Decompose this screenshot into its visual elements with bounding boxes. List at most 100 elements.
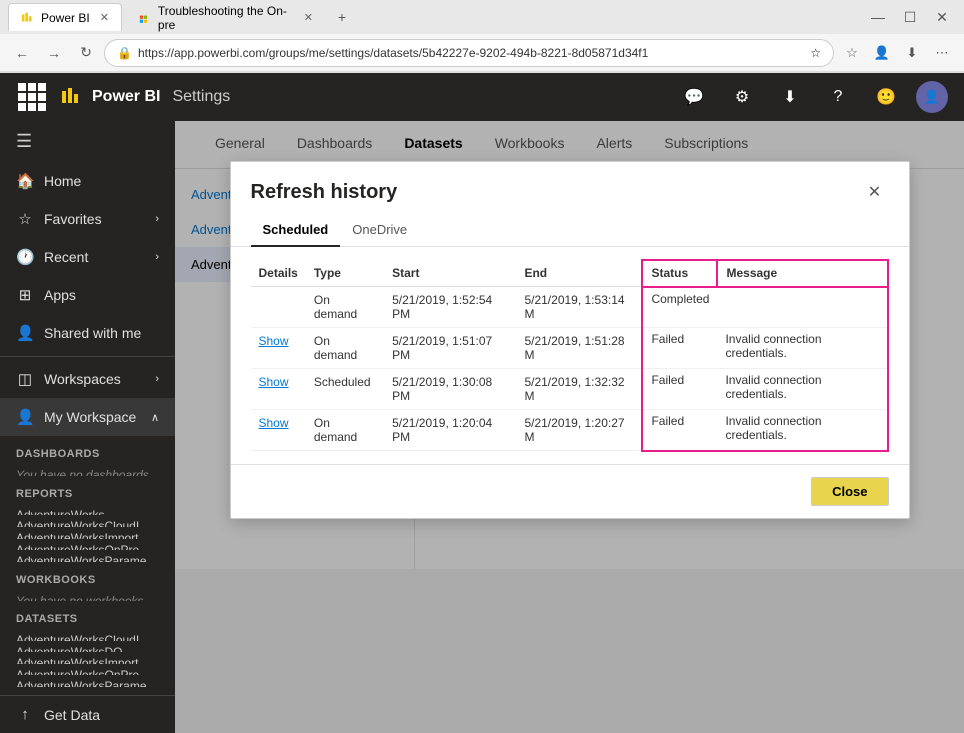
new-tab-button[interactable]: + — [330, 5, 354, 29]
sidebar-item-recent[interactable]: 🕐 Recent › — [0, 238, 175, 276]
table-header: Details Type Start End Status Message — [251, 260, 888, 287]
sidebar-item-getdata[interactable]: ↑ Get Data — [0, 695, 175, 733]
settings-button[interactable]: ⚙ — [724, 79, 760, 115]
more-button[interactable]: ⋯ — [928, 39, 956, 67]
myworkspace-label: My Workspace — [44, 409, 141, 425]
reports-section-label: REPORTS — [0, 476, 175, 504]
row1-end: 5/21/2019, 1:51:28 M — [516, 328, 642, 369]
getdata-icon: ↑ — [16, 706, 34, 723]
download-button[interactable]: ⬇ — [898, 39, 926, 67]
workspaces-label: Workspaces — [44, 371, 145, 387]
row2-details[interactable]: Show — [251, 369, 306, 410]
row0-end: 5/21/2019, 1:53:14 M — [516, 287, 642, 328]
report-item-3[interactable]: AdventureWorksOnPremAndC... — [0, 539, 175, 551]
dataset-item-3[interactable]: AdventureWorksOnPremAndC... — [0, 664, 175, 676]
col-end: End — [516, 260, 642, 287]
table-row-1: Show On demand 5/21/2019, 1:51:07 PM 5/2… — [251, 328, 888, 369]
feedback-button[interactable]: 🙂 — [868, 79, 904, 115]
sidebar-item-myworkspace[interactable]: 👤 My Workspace ∧ — [0, 398, 175, 436]
modal-close-button[interactable]: ✕ — [861, 178, 889, 206]
dataset-item-4[interactable]: AdventureWorksParameterize... — [0, 675, 175, 687]
favorites-label: Favorites — [44, 211, 145, 227]
dashboards-section-label: DASHBOARDS — [0, 436, 175, 464]
row0-type: On demand — [306, 287, 384, 328]
recent-label: Recent — [44, 249, 145, 265]
back-button[interactable]: ← — [8, 39, 36, 67]
report-item-4[interactable]: AdventureWorksParameterize... — [0, 550, 175, 562]
tab2[interactable]: Troubleshooting the On-pre ✕ — [126, 3, 326, 31]
powerbi-logo — [60, 85, 84, 109]
modal-overlay: Refresh history ✕ Scheduled OneDrive Det… — [175, 121, 964, 733]
download-app-button[interactable]: ⬇ — [772, 79, 808, 115]
tab1-close[interactable]: ✕ — [100, 11, 109, 24]
tab1-label: Power BI — [41, 11, 90, 25]
workspaces-icon: ◫ — [16, 370, 34, 388]
home-label: Home — [44, 173, 159, 189]
table-row-0: On demand 5/21/2019, 1:52:54 PM 5/21/201… — [251, 287, 888, 328]
profile-button[interactable]: 👤 — [868, 39, 896, 67]
active-tab[interactable]: Power BI ✕ — [8, 3, 122, 31]
app-grid-button[interactable] — [16, 81, 48, 113]
page-subtitle: Settings — [172, 88, 230, 106]
table-row-3: Show On demand 5/21/2019, 1:20:04 PM 5/2… — [251, 410, 888, 451]
close-button[interactable]: Close — [811, 477, 888, 506]
table-body: On demand 5/21/2019, 1:52:54 PM 5/21/201… — [251, 287, 888, 451]
report-item-1[interactable]: AdventureWorksCloudImport — [0, 515, 175, 527]
row3-details[interactable]: Show — [251, 410, 306, 451]
user-avatar[interactable]: 👤 — [916, 81, 948, 113]
sidebar-item-home[interactable]: 🏠 Home — [0, 162, 175, 200]
report-item-0[interactable]: AdventureWorks — [0, 504, 175, 516]
shared-icon: 👤 — [16, 324, 34, 342]
col-start: Start — [384, 260, 516, 287]
dataset-item-1[interactable]: AdventureWorksDQ — [0, 641, 175, 653]
refresh-history-modal: Refresh history ✕ Scheduled OneDrive Det… — [230, 161, 910, 519]
bookmark-star-button[interactable]: ☆ — [838, 39, 866, 67]
sidebar-item-apps[interactable]: ⊞ Apps — [0, 276, 175, 314]
logo-section: Power BI Settings — [60, 85, 230, 109]
getdata-label: Get Data — [44, 707, 159, 723]
sidebar-item-workspaces[interactable]: ◫ Workspaces › — [0, 360, 175, 398]
sidebar-item-favorites[interactable]: ☆ Favorites › — [0, 200, 175, 238]
row2-message: Invalid connection credentials. — [717, 369, 887, 410]
apps-label: Apps — [44, 287, 159, 303]
sidebar-hamburger[interactable]: ☰ — [0, 121, 175, 162]
row3-message: Invalid connection credentials. — [717, 410, 887, 451]
modal-tab-scheduled[interactable]: Scheduled — [251, 214, 341, 247]
table-row-2: Show Scheduled 5/21/2019, 1:30:08 PM 5/2… — [251, 369, 888, 410]
dataset-item-2[interactable]: AdventureWorksImport — [0, 652, 175, 664]
row0-message — [717, 287, 887, 328]
row2-start: 5/21/2019, 1:30:08 PM — [384, 369, 516, 410]
row2-status: Failed — [642, 369, 717, 410]
row3-type: On demand — [306, 410, 384, 451]
row1-message: Invalid connection credentials. — [717, 328, 887, 369]
sidebar-item-shared[interactable]: 👤 Shared with me — [0, 314, 175, 352]
datasets-section-label: DATASETS — [0, 601, 175, 629]
report-item-2[interactable]: AdventureWorksImport — [0, 527, 175, 539]
address-bar[interactable]: 🔒 https://app.powerbi.com/groups/me/sett… — [104, 39, 834, 67]
col-status: Status — [642, 260, 717, 287]
modal-tab-onedrive[interactable]: OneDrive — [340, 214, 419, 247]
tab2-icon — [139, 11, 152, 25]
apps-icon: ⊞ — [16, 286, 34, 304]
dataset-item-0[interactable]: AdventureWorksCloudImport — [0, 629, 175, 641]
refresh-button[interactable]: ↻ — [72, 39, 100, 67]
address-text: https://app.powerbi.com/groups/me/settin… — [138, 46, 804, 60]
chat-button[interactable]: 💬 — [676, 79, 712, 115]
tab2-label: Troubleshooting the On-pre — [158, 4, 294, 32]
row1-details[interactable]: Show — [251, 328, 306, 369]
powerbi-tab-icon — [21, 11, 35, 25]
window-close-button[interactable]: ✕ — [928, 3, 956, 31]
tab2-close[interactable]: ✕ — [304, 11, 313, 24]
modal-tabs: Scheduled OneDrive — [231, 214, 909, 247]
shared-label: Shared with me — [44, 325, 159, 341]
row2-end: 5/21/2019, 1:32:32 M — [516, 369, 642, 410]
forward-button[interactable]: → — [40, 39, 68, 67]
minimize-button[interactable]: — — [864, 3, 892, 31]
maximize-button[interactable]: ☐ — [896, 3, 924, 31]
favorites-chevron: › — [155, 213, 159, 225]
help-button[interactable]: ? — [820, 79, 856, 115]
modal-body: Details Type Start End Status Message — [231, 247, 909, 464]
lock-icon: 🔒 — [117, 46, 132, 60]
col-type: Type — [306, 260, 384, 287]
refresh-table: Details Type Start End Status Message — [251, 259, 889, 452]
